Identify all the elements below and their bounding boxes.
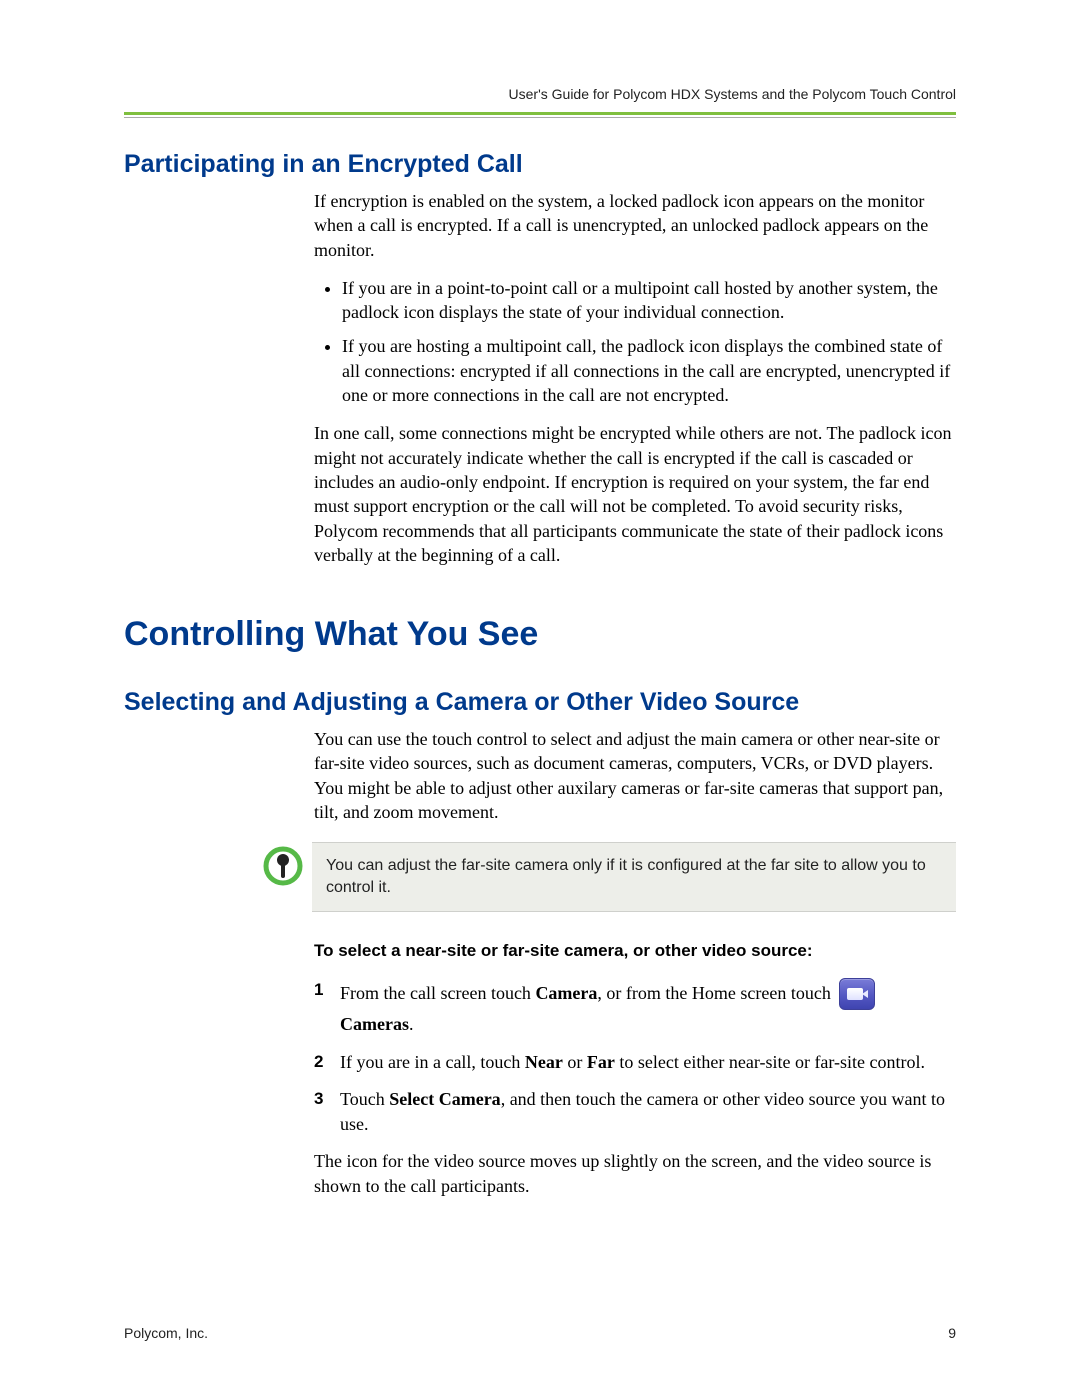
page: User's Guide for Polycom HDX Systems and… — [0, 0, 1080, 1397]
step-number: 3 — [314, 1087, 340, 1137]
text-run: From the call screen touch — [340, 984, 535, 1004]
bullet-item: If you are in a point-to-point call or a… — [342, 276, 956, 325]
procedure-heading: To select a near-site or far-site camera… — [314, 940, 956, 963]
section-b-body: You can use the touch control to select … — [314, 727, 956, 824]
step-number: 1 — [314, 978, 340, 1037]
bold-run: Near — [525, 1052, 563, 1072]
section-heading-encrypted-call: Participating in an Encrypted Call — [124, 150, 956, 179]
bold-run: Far — [587, 1052, 615, 1072]
section-heading-camera: Selecting and Adjusting a Camera or Othe… — [124, 688, 956, 717]
text-run: or — [563, 1052, 587, 1072]
bold-run: Cameras — [340, 1014, 409, 1034]
step-1: 1 From the call screen touch Camera, or … — [314, 978, 956, 1037]
text-run: . — [409, 1014, 414, 1034]
page-number: 9 — [948, 1325, 956, 1341]
paragraph: You can use the touch control to select … — [314, 727, 956, 824]
text-run: Touch — [340, 1089, 389, 1109]
footer-left: Polycom, Inc. — [124, 1325, 208, 1341]
procedure: To select a near-site or far-site camera… — [314, 940, 956, 1198]
steps-list: 1 From the call screen touch Camera, or … — [314, 978, 956, 1137]
pushpin-icon — [254, 842, 312, 886]
note-text: You can adjust the far-site camera only … — [312, 842, 956, 911]
step-text: If you are in a call, touch Near or Far … — [340, 1050, 956, 1075]
bullet-list: If you are in a point-to-point call or a… — [314, 276, 956, 407]
running-header: User's Guide for Polycom HDX Systems and… — [124, 86, 956, 102]
paragraph: If encryption is enabled on the system, … — [314, 189, 956, 262]
step-text: From the call screen touch Camera, or fr… — [340, 978, 956, 1037]
chapter-heading: Controlling What You See — [124, 615, 956, 654]
step-2: 2 If you are in a call, touch Near or Fa… — [314, 1050, 956, 1075]
text-run: If you are in a call, touch — [340, 1052, 525, 1072]
text-run: to select either near-site or far-site c… — [615, 1052, 925, 1072]
header-rule — [124, 112, 956, 118]
step-3: 3 Touch Select Camera, and then touch th… — [314, 1087, 956, 1137]
step-number: 2 — [314, 1050, 340, 1075]
note-callout: You can adjust the far-site camera only … — [254, 842, 956, 911]
camera-icon — [839, 978, 875, 1010]
paragraph: In one call, some connections might be e… — [314, 421, 956, 567]
step-text: Touch Select Camera, and then touch the … — [340, 1087, 956, 1137]
bullet-item: If you are hosting a multipoint call, th… — [342, 334, 956, 407]
section-a-body: If encryption is enabled on the system, … — [314, 189, 956, 567]
paragraph: The icon for the video source moves up s… — [314, 1149, 956, 1198]
text-run: , or from the Home screen touch — [597, 984, 830, 1004]
bold-run: Camera — [535, 984, 597, 1004]
page-footer: Polycom, Inc. 9 — [124, 1325, 956, 1341]
bold-run: Select Camera — [389, 1089, 500, 1109]
